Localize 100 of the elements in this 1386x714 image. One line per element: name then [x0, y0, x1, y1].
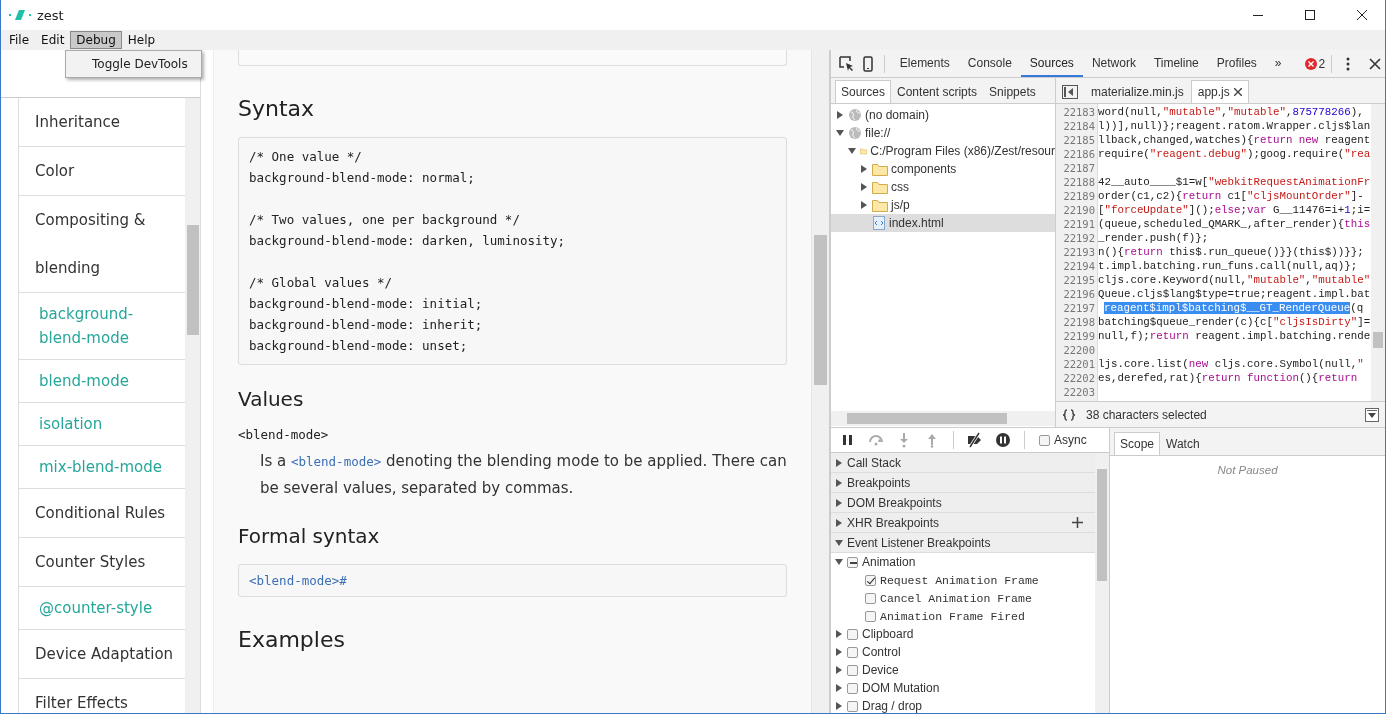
selection-status: 38 characters selected	[1086, 407, 1207, 422]
menu-item[interactable]: File	[3, 31, 36, 49]
checkbox[interactable]	[847, 700, 858, 712]
navigator-tab[interactable]: Sources	[835, 80, 892, 103]
collapsed-arrow-icon[interactable]	[860, 165, 868, 173]
code-line: word(null,"mutable","mutable",875778266),	[1098, 105, 1365, 119]
code-line: background-blend-mode: darken, luminosity;	[249, 232, 567, 250]
code-line: t.impl.batching.run_funs.call(null,aq)};	[1098, 259, 1359, 273]
line-number: 22185	[1062, 133, 1096, 147]
code-line: Queue.cljs$lang$type=true;reagent.impl.bat	[1098, 287, 1371, 301]
checkbox[interactable]	[847, 628, 858, 640]
collapsed-arrow-icon[interactable]	[836, 111, 844, 119]
listener-category[interactable]: Animation	[831, 553, 1095, 571]
section-header[interactable]: XHR Breakpoints	[831, 513, 1095, 533]
collapsed-arrow-icon[interactable]	[835, 702, 843, 710]
navigator-tab[interactable]: Content scripts	[891, 80, 984, 103]
devtools-tab[interactable]: Console	[958, 50, 1021, 77]
more-tabs-button[interactable]: »	[1265, 50, 1291, 77]
error-icon	[1304, 57, 1317, 70]
devtools-tab[interactable]: Timeline	[1144, 50, 1208, 77]
tree-item[interactable]: C:/Program Files (x86)/Zest/resour	[831, 142, 1055, 160]
line-number: 22194	[1062, 259, 1096, 273]
sidebar-tab[interactable]: Watch	[1160, 432, 1206, 455]
drawer-toggle-icon[interactable]	[1365, 407, 1379, 422]
collapsed-arrow-icon[interactable]	[860, 183, 868, 191]
checkbox[interactable]	[865, 574, 876, 586]
menu-item[interactable]: Help	[121, 31, 162, 49]
formal-syntax: <blend-mode>#	[238, 564, 787, 597]
menu-option[interactable]: Toggle DevTools	[66, 55, 201, 73]
expanded-arrow-icon[interactable]	[836, 129, 844, 137]
collapsed-arrow-icon[interactable]	[835, 684, 843, 692]
panel-toggle-icon[interactable]	[1062, 85, 1078, 99]
globe-icon	[848, 108, 862, 122]
scrollbar[interactable]	[811, 50, 829, 713]
section-header[interactable]: Breakpoints	[831, 473, 1095, 493]
collapsed-arrow-icon[interactable]	[835, 478, 843, 487]
tree-item[interactable]: css	[831, 178, 1055, 196]
checkbox[interactable]	[847, 646, 858, 658]
menu-item[interactable]: Edit	[35, 31, 71, 49]
tree-label: js/p	[891, 198, 910, 212]
section-header[interactable]: DOM Breakpoints	[831, 493, 1095, 513]
devtools-tab[interactable]: Network	[1082, 50, 1145, 77]
menu-item[interactable]: Debug	[70, 31, 122, 49]
listener-category[interactable]: Drag / drop	[831, 697, 1095, 713]
tree-item[interactable]: components	[831, 160, 1055, 178]
code-line: order(c1,c2){return c1["cljsMountOrder"]-	[1098, 189, 1365, 203]
checkbox[interactable]	[865, 610, 876, 622]
expanded-arrow-icon[interactable]	[848, 147, 856, 155]
tree-item[interactable]: js/p	[831, 196, 1055, 214]
deactivate-breakpoints-icon[interactable]	[967, 432, 983, 448]
code-line: 42__auto____$1=w["webkitRequestAnimationFr	[1098, 175, 1371, 189]
devtools-tab[interactable]: Elements	[890, 50, 959, 77]
file-tab[interactable]: app.js	[1190, 80, 1249, 103]
tree-item[interactable]: index.html	[831, 214, 1055, 232]
checkbox[interactable]	[847, 682, 858, 694]
sidebar-tab[interactable]: Scope	[1114, 432, 1161, 455]
navigator-tab[interactable]: Snippets	[983, 80, 1042, 103]
collapsed-arrow-icon[interactable]	[835, 666, 843, 674]
collapsed-arrow-icon[interactable]	[835, 630, 843, 638]
checkbox-label: Drag / drop	[862, 699, 923, 713]
listener-category[interactable]: Device	[831, 661, 1095, 679]
code-line: /* One value */	[249, 148, 363, 166]
tree-item[interactable]: file://	[831, 124, 1055, 142]
section-heading: Formal syntax	[238, 524, 381, 548]
scrollbar[interactable]	[1095, 453, 1109, 713]
listener-category[interactable]: DOM Mutation	[831, 679, 1095, 697]
scrollbar[interactable]	[831, 411, 1055, 426]
collapsed-arrow-icon[interactable]	[860, 201, 868, 209]
line-number: 22193	[1062, 245, 1096, 259]
expanded-arrow-icon[interactable]	[835, 558, 843, 566]
section-header[interactable]: Event Listener Breakpoints	[831, 533, 1095, 553]
collapsed-arrow-icon[interactable]	[835, 498, 843, 507]
checkbox[interactable]	[1039, 434, 1050, 446]
collapsed-arrow-icon[interactable]	[835, 648, 843, 656]
checkbox[interactable]	[847, 664, 858, 676]
value-term: <blend-mode>	[238, 427, 330, 442]
line-number: 22201	[1062, 357, 1096, 371]
checkbox[interactable]	[847, 556, 858, 568]
tree-label: (no domain)	[865, 108, 930, 122]
folder-icon	[872, 198, 888, 212]
expanded-arrow-icon[interactable]	[835, 538, 843, 547]
devtools-tab[interactable]: Profiles	[1207, 50, 1266, 77]
listener-category[interactable]: Clipboard	[831, 625, 1095, 643]
section-header[interactable]: Call Stack	[831, 453, 1095, 473]
line-number: 22203	[1062, 385, 1096, 399]
tree-item[interactable]: (no domain)	[831, 106, 1055, 124]
collapsed-arrow-icon[interactable]	[835, 518, 843, 527]
scrollbar[interactable]	[1371, 104, 1385, 401]
collapsed-arrow-icon[interactable]	[835, 458, 843, 467]
error-count[interactable]: 2	[1318, 56, 1326, 71]
listener-category[interactable]: Control	[831, 643, 1095, 661]
close-icon[interactable]	[1233, 88, 1242, 96]
file-tab[interactable]: materialize.min.js	[1084, 80, 1191, 103]
pause-on-exceptions-icon[interactable]	[995, 432, 1011, 448]
tree-label: css	[891, 180, 909, 194]
code-line: require("reagent.debug");goog.require("rea	[1098, 147, 1371, 161]
checkbox[interactable]	[865, 592, 876, 604]
scrollbar[interactable]	[185, 98, 200, 713]
pretty-print-icon[interactable]	[1062, 408, 1076, 421]
add-icon[interactable]	[1072, 517, 1083, 528]
